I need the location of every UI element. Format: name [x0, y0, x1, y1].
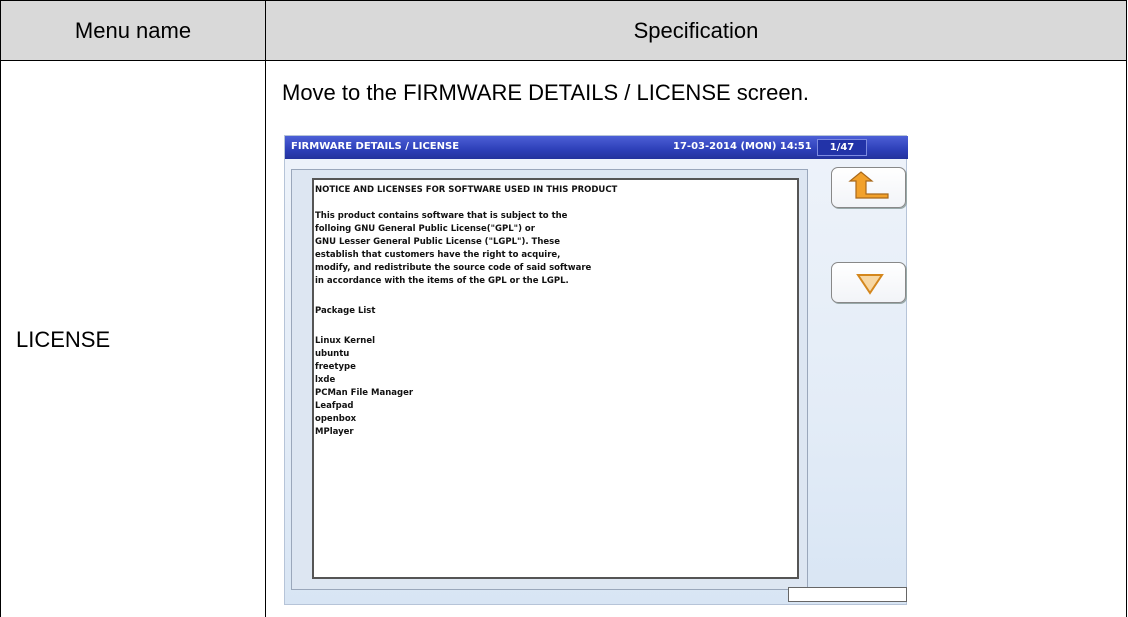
package-list-heading: Package List	[315, 306, 376, 316]
back-button[interactable]	[831, 167, 906, 208]
package-item: MPlayer	[315, 427, 354, 437]
device-screenshot: FIRMWARE DETAILS / LICENSE 17-03-2014 (M…	[284, 135, 908, 605]
license-line: establish that customers have the right …	[315, 250, 561, 260]
specification-text: Move to the FIRMWARE DETAILS / LICENSE s…	[282, 80, 809, 105]
menu-name-cell: LICENSE	[16, 327, 111, 352]
triangle-down-icon	[856, 274, 884, 295]
license-line: This product contains software that is s…	[315, 211, 568, 221]
package-item: freetype	[315, 362, 356, 372]
right-border	[1126, 60, 1127, 617]
column-divider	[265, 60, 266, 617]
license-line: in accordance with the items of the GPL …	[315, 276, 569, 286]
device-datetime: 17-03-2014 (MON) 14:51	[673, 141, 812, 152]
device-status-box	[788, 587, 907, 602]
package-item: lxde	[315, 375, 336, 385]
device-page-indicator: 1/47	[817, 139, 867, 156]
left-border	[0, 60, 1, 617]
package-item: Leafpad	[315, 401, 354, 411]
header-specification: Specification	[265, 0, 1127, 61]
license-line: GNU Lesser General Public License ("LGPL…	[315, 237, 560, 247]
header-menu-name: Menu name	[0, 0, 266, 61]
device-screen-title: FIRMWARE DETAILS / LICENSE	[291, 141, 460, 152]
package-item: openbox	[315, 414, 357, 424]
return-arrow-icon	[848, 171, 889, 199]
scroll-down-button[interactable]	[831, 262, 906, 303]
license-line: modify, and redistribute the source code…	[315, 263, 592, 273]
package-item: PCMan File Manager	[315, 388, 414, 398]
package-item: ubuntu	[315, 349, 350, 359]
device-title-bar: FIRMWARE DETAILS / LICENSE 17-03-2014 (M…	[285, 136, 908, 159]
package-item: Linux Kernel	[315, 336, 375, 346]
spec-table: Menu name Specification LICENSE Move to …	[0, 0, 1127, 617]
license-line: folloing GNU General Public License("GPL…	[315, 224, 535, 234]
license-heading: NOTICE AND LICENSES FOR SOFTWARE USED IN…	[315, 185, 618, 195]
